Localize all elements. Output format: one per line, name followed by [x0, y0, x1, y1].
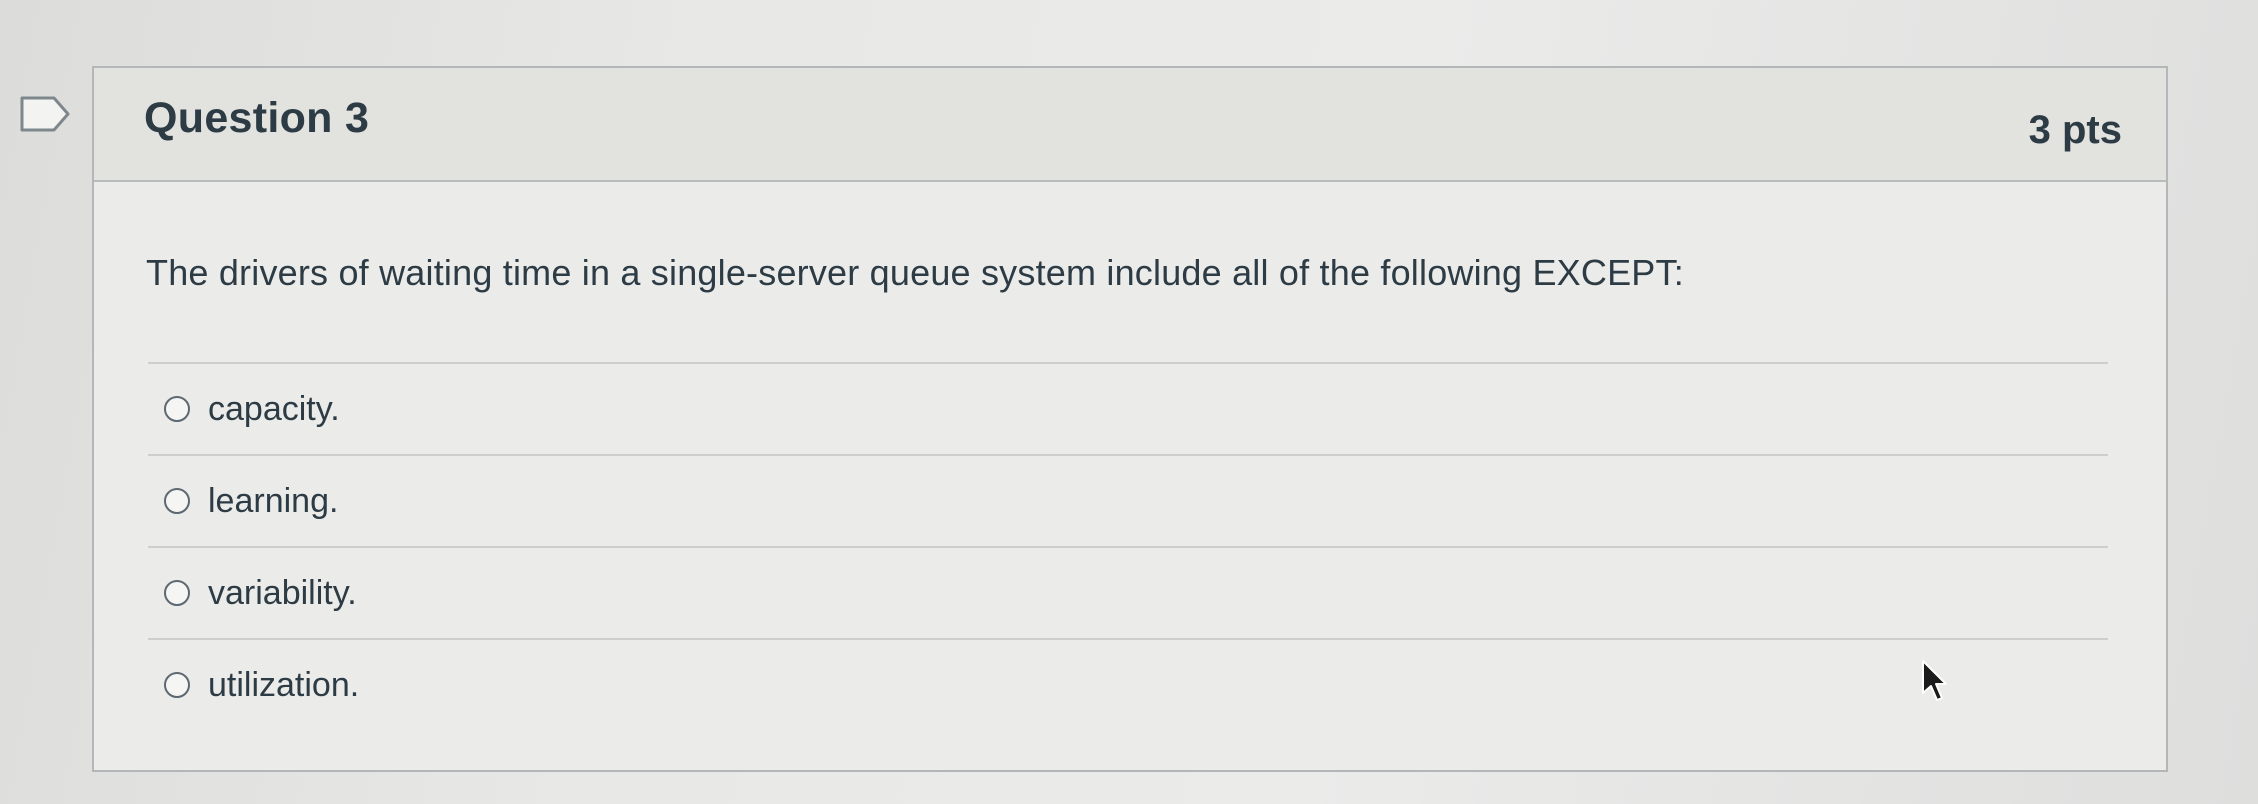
- radio-button[interactable]: [164, 488, 190, 514]
- answer-option[interactable]: utilization.: [148, 640, 2108, 730]
- answer-label: utilization.: [208, 665, 360, 704]
- question-title: Question 3: [144, 94, 370, 142]
- question-card: Question 3 3 pts The drivers of waiting …: [92, 66, 2168, 772]
- answer-option[interactable]: variability.: [148, 548, 2108, 638]
- answer-option[interactable]: capacity.: [148, 364, 2108, 454]
- answer-option[interactable]: learning.: [148, 456, 2108, 546]
- answer-label: variability.: [208, 573, 357, 612]
- radio-button[interactable]: [164, 396, 190, 422]
- question-header: Question 3 3 pts: [94, 68, 2166, 182]
- question-points: 3 pts: [2028, 108, 2122, 152]
- radio-button[interactable]: [164, 580, 190, 606]
- flag-question-icon[interactable]: [20, 96, 70, 132]
- answer-list: capacity. learning. variability. utiliza…: [148, 362, 2108, 730]
- question-text: The drivers of waiting time in a single-…: [146, 252, 1684, 293]
- mouse-pointer-icon: [1922, 660, 1947, 701]
- radio-button[interactable]: [164, 672, 190, 698]
- answer-label: learning.: [208, 481, 339, 520]
- answer-label: capacity.: [208, 389, 340, 428]
